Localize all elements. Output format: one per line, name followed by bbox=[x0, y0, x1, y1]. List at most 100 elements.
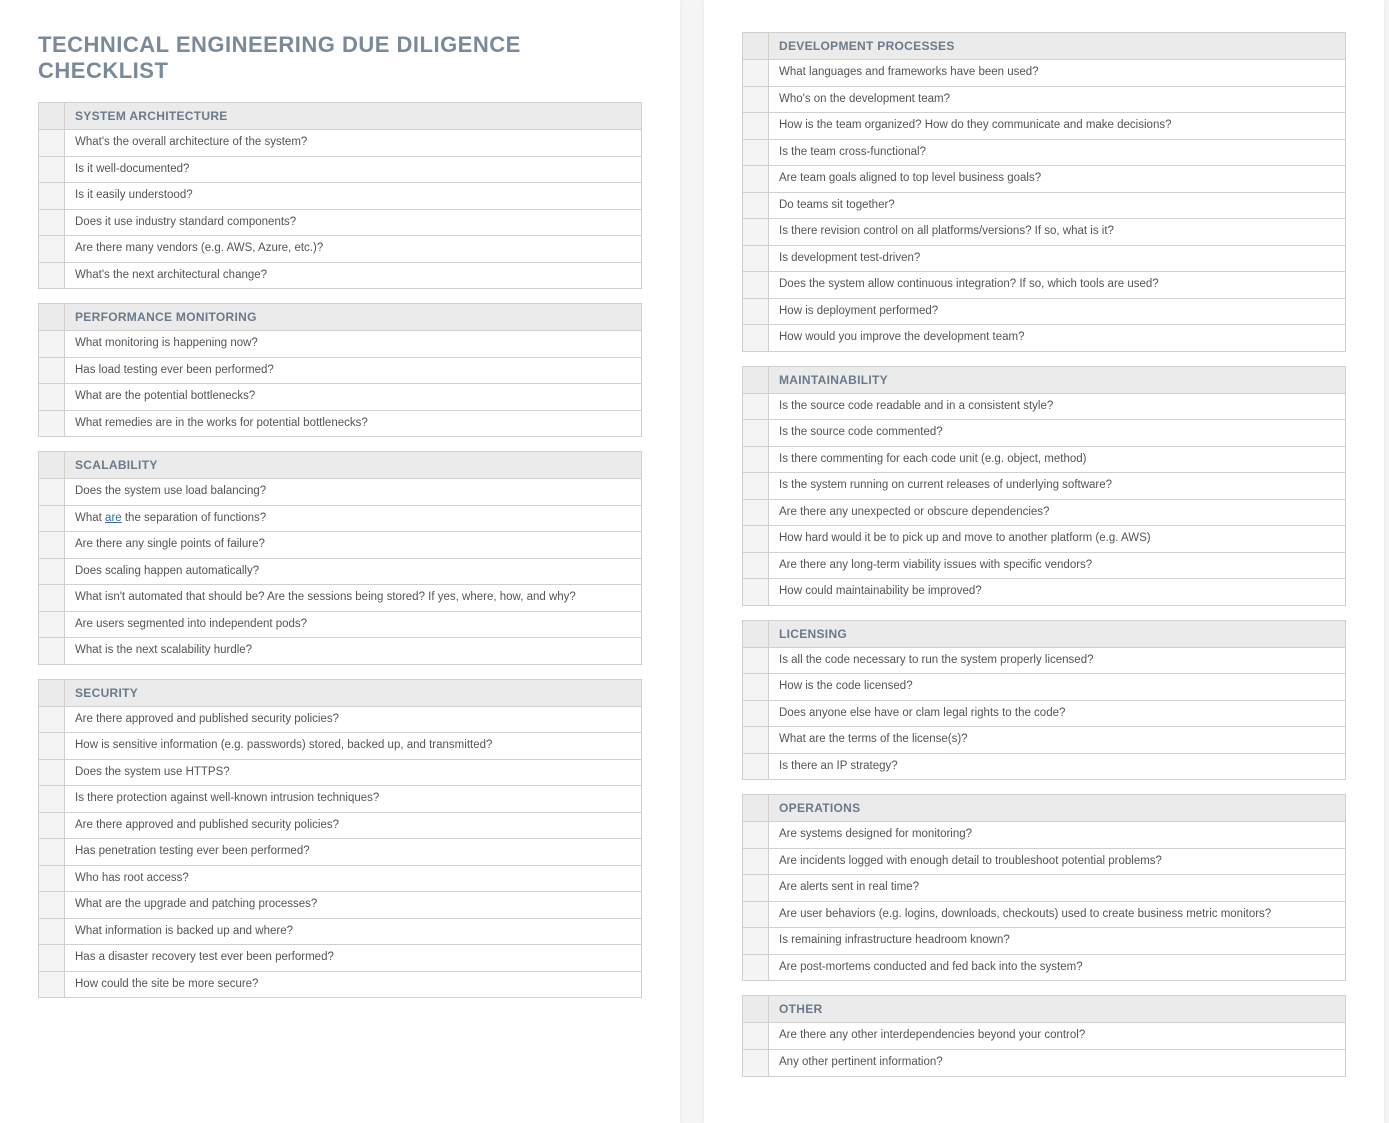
checkbox-cell[interactable] bbox=[39, 331, 65, 357]
section-check-cell bbox=[743, 33, 769, 59]
question-text: How is the team organized? How do they c… bbox=[769, 113, 1345, 139]
question-row: Does the system use load balancing? bbox=[38, 479, 642, 506]
checkbox-cell[interactable] bbox=[39, 358, 65, 384]
checkbox-cell[interactable] bbox=[743, 727, 769, 753]
checkbox-cell[interactable] bbox=[743, 1050, 769, 1076]
question-row: Who's on the development team? bbox=[742, 87, 1346, 114]
section-header: OPERATIONS bbox=[769, 795, 1345, 821]
checkbox-cell[interactable] bbox=[743, 60, 769, 86]
checkbox-cell[interactable] bbox=[39, 892, 65, 918]
question-row: Are systems designed for monitoring? bbox=[742, 822, 1346, 849]
question-text: How could the site be more secure? bbox=[65, 972, 641, 998]
section: SCALABILITYDoes the system use load bala… bbox=[38, 451, 642, 665]
checkbox-cell[interactable] bbox=[39, 532, 65, 558]
question-text: Does scaling happen automatically? bbox=[65, 559, 641, 585]
section-check-cell bbox=[743, 996, 769, 1022]
checkbox-cell[interactable] bbox=[743, 420, 769, 446]
question-row: What information is backed up and where? bbox=[38, 919, 642, 946]
question-row: Do teams sit together? bbox=[742, 193, 1346, 220]
checkbox-cell[interactable] bbox=[743, 87, 769, 113]
checkbox-cell[interactable] bbox=[39, 479, 65, 505]
checkbox-cell[interactable] bbox=[39, 813, 65, 839]
checkbox-cell[interactable] bbox=[39, 411, 65, 437]
checkbox-cell[interactable] bbox=[39, 183, 65, 209]
question-row: Is the source code readable and in a con… bbox=[742, 394, 1346, 421]
checkbox-cell[interactable] bbox=[743, 674, 769, 700]
checkbox-cell[interactable] bbox=[743, 822, 769, 848]
checkbox-cell[interactable] bbox=[39, 733, 65, 759]
section: SYSTEM ARCHITECTUREWhat's the overall ar… bbox=[38, 102, 642, 289]
checkbox-cell[interactable] bbox=[743, 579, 769, 605]
checkbox-cell[interactable] bbox=[39, 612, 65, 638]
checkbox-cell[interactable] bbox=[39, 839, 65, 865]
checkbox-cell[interactable] bbox=[743, 902, 769, 928]
question-text: How is sensitive information (e.g. passw… bbox=[65, 733, 641, 759]
question-row: Are there approved and published securit… bbox=[38, 707, 642, 734]
page-right: DEVELOPMENT PROCESSESWhat languages and … bbox=[704, 0, 1384, 1123]
right-sections: DEVELOPMENT PROCESSESWhat languages and … bbox=[742, 32, 1346, 1077]
checkbox-cell[interactable] bbox=[743, 500, 769, 526]
checkbox-cell[interactable] bbox=[39, 866, 65, 892]
question-row: What are the upgrade and patching proces… bbox=[38, 892, 642, 919]
checkbox-cell[interactable] bbox=[39, 972, 65, 998]
section-header-row: MAINTAINABILITY bbox=[742, 366, 1346, 394]
question-row: What are the potential bottlenecks? bbox=[38, 384, 642, 411]
checkbox-cell[interactable] bbox=[39, 559, 65, 585]
question-row: What are the terms of the license(s)? bbox=[742, 727, 1346, 754]
checkbox-cell[interactable] bbox=[39, 638, 65, 664]
checkbox-cell[interactable] bbox=[743, 219, 769, 245]
checkbox-cell[interactable] bbox=[743, 325, 769, 351]
checkbox-cell[interactable] bbox=[743, 394, 769, 420]
question-row: What isn't automated that should be? Are… bbox=[38, 585, 642, 612]
question-text: Is the source code commented? bbox=[769, 420, 1345, 446]
checkbox-cell[interactable] bbox=[39, 760, 65, 786]
checkbox-cell[interactable] bbox=[743, 299, 769, 325]
question-row: Are team goals aligned to top level busi… bbox=[742, 166, 1346, 193]
question-text: What is the next scalability hurdle? bbox=[65, 638, 641, 664]
checkbox-cell[interactable] bbox=[39, 263, 65, 289]
checkbox-cell[interactable] bbox=[743, 701, 769, 727]
checkbox-cell[interactable] bbox=[39, 945, 65, 971]
checkbox-cell[interactable] bbox=[743, 166, 769, 192]
checkbox-cell[interactable] bbox=[743, 113, 769, 139]
checkbox-cell[interactable] bbox=[39, 384, 65, 410]
checkbox-cell[interactable] bbox=[39, 786, 65, 812]
checkbox-cell[interactable] bbox=[743, 955, 769, 981]
question-text: Is all the code necessary to run the sys… bbox=[769, 648, 1345, 674]
checkbox-cell[interactable] bbox=[743, 473, 769, 499]
checkbox-cell[interactable] bbox=[743, 754, 769, 780]
question-text: What are the separation of functions? bbox=[65, 506, 641, 532]
question-row: Is there an IP strategy? bbox=[742, 754, 1346, 781]
question-text: Has penetration testing ever been perfor… bbox=[65, 839, 641, 865]
question-text: How is the code licensed? bbox=[769, 674, 1345, 700]
checkbox-cell[interactable] bbox=[39, 130, 65, 156]
checkbox-cell[interactable] bbox=[743, 246, 769, 272]
checkbox-cell[interactable] bbox=[743, 648, 769, 674]
checkbox-cell[interactable] bbox=[743, 526, 769, 552]
checkbox-cell[interactable] bbox=[743, 272, 769, 298]
question-row: Are alerts sent in real time? bbox=[742, 875, 1346, 902]
section-check-cell bbox=[743, 795, 769, 821]
checkbox-cell[interactable] bbox=[743, 553, 769, 579]
checkbox-cell[interactable] bbox=[39, 506, 65, 532]
checkbox-cell[interactable] bbox=[39, 919, 65, 945]
checkbox-cell[interactable] bbox=[743, 875, 769, 901]
checkbox-cell[interactable] bbox=[743, 447, 769, 473]
checkbox-cell[interactable] bbox=[743, 193, 769, 219]
checkbox-cell[interactable] bbox=[743, 140, 769, 166]
checkbox-cell[interactable] bbox=[743, 1023, 769, 1049]
checkbox-cell[interactable] bbox=[39, 210, 65, 236]
question-row: Has a disaster recovery test ever been p… bbox=[38, 945, 642, 972]
question-row: Who has root access? bbox=[38, 866, 642, 893]
checkbox-cell[interactable] bbox=[39, 157, 65, 183]
checkbox-cell[interactable] bbox=[39, 585, 65, 611]
section-header-row: SYSTEM ARCHITECTURE bbox=[38, 102, 642, 130]
checkbox-cell[interactable] bbox=[743, 849, 769, 875]
question-row: Are post-mortems conducted and fed back … bbox=[742, 955, 1346, 982]
checkbox-cell[interactable] bbox=[39, 707, 65, 733]
question-text: What isn't automated that should be? Are… bbox=[65, 585, 641, 611]
question-row: Any other pertinent information? bbox=[742, 1050, 1346, 1077]
checkbox-cell[interactable] bbox=[39, 236, 65, 262]
checkbox-cell[interactable] bbox=[743, 928, 769, 954]
question-row: Has load testing ever been performed? bbox=[38, 358, 642, 385]
